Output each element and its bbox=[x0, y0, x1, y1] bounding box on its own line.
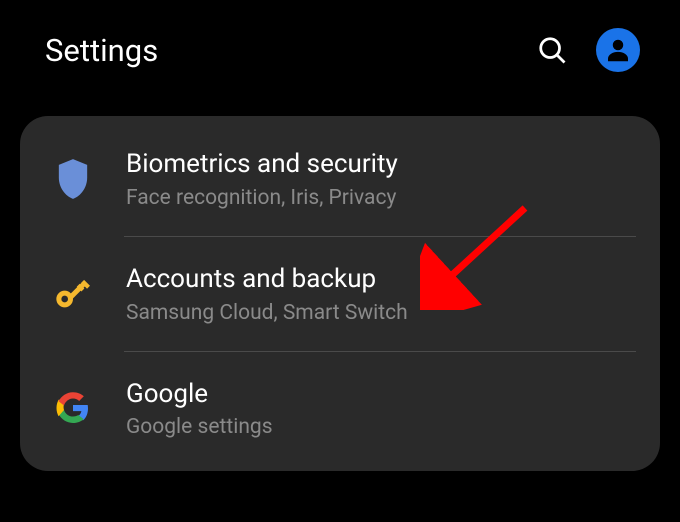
list-item-google[interactable]: Google Google settings bbox=[20, 352, 660, 466]
search-button[interactable] bbox=[536, 34, 568, 66]
google-icon bbox=[52, 387, 94, 429]
item-content: Biometrics and security Face recognition… bbox=[126, 148, 636, 210]
item-content: Accounts and backup Samsung Cloud, Smart… bbox=[126, 263, 636, 325]
key-icon bbox=[52, 273, 94, 315]
list-item-biometrics-security[interactable]: Biometrics and security Face recognition… bbox=[20, 122, 660, 236]
item-subtitle: Face recognition, Iris, Privacy bbox=[126, 186, 636, 210]
item-subtitle: Samsung Cloud, Smart Switch bbox=[126, 301, 636, 325]
item-title: Biometrics and security bbox=[126, 148, 636, 182]
settings-list-card: Biometrics and security Face recognition… bbox=[20, 116, 660, 471]
profile-button[interactable] bbox=[596, 28, 640, 72]
person-icon bbox=[603, 35, 633, 65]
shield-icon bbox=[52, 158, 94, 200]
header-actions bbox=[536, 28, 640, 72]
page-title: Settings bbox=[45, 32, 158, 69]
item-title: Accounts and backup bbox=[126, 263, 636, 297]
search-icon bbox=[537, 35, 567, 65]
item-content: Google Google settings bbox=[126, 378, 636, 440]
app-header: Settings bbox=[0, 0, 680, 100]
item-title: Google bbox=[126, 378, 636, 412]
list-item-accounts-backup[interactable]: Accounts and backup Samsung Cloud, Smart… bbox=[20, 237, 660, 351]
item-subtitle: Google settings bbox=[126, 415, 636, 439]
